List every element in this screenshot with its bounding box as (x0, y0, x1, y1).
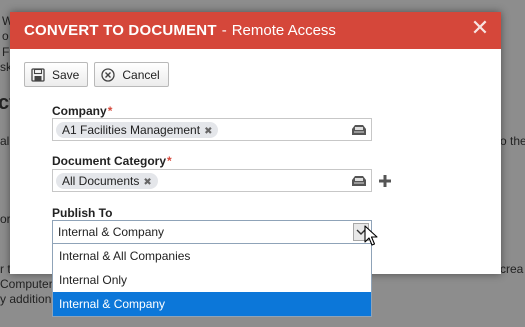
document-category-field[interactable]: All Documents ✖ (52, 169, 372, 192)
lookup-tray-icon[interactable] (348, 171, 370, 190)
background-text: crea (500, 262, 524, 276)
floppy-disk-icon (31, 67, 45, 82)
mouse-cursor-icon (364, 225, 378, 246)
save-label: Save (52, 67, 80, 82)
remove-tag-icon[interactable]: ✖ (143, 177, 151, 188)
option-internal-only[interactable]: Internal Only (53, 268, 371, 292)
document-category-tag: All Documents ✖ (56, 173, 158, 189)
publish-to-value: Internal & Company (58, 225, 165, 239)
background-text: F (2, 45, 10, 59)
company-tag-label: A1 Facilities Management (62, 123, 201, 137)
dialog-titlebar: CONVERT TO DOCUMENT - Remote Access ✕ (10, 12, 501, 49)
publish-to-select[interactable]: Internal & Company (52, 220, 372, 244)
option-internal-company[interactable]: Internal & Company (53, 292, 371, 316)
close-icon[interactable]: ✕ (470, 18, 490, 40)
document-category-label-text: Document Category (52, 154, 167, 168)
required-mark: * (107, 104, 113, 118)
document-category-label: Document Category* (52, 154, 172, 168)
background-text: Computer (0, 277, 53, 291)
required-mark: * (167, 154, 172, 168)
background-text: o (2, 29, 9, 43)
lookup-tray-icon[interactable] (348, 120, 370, 139)
cancel-circle-icon (101, 67, 116, 82)
background-text: y addition (0, 292, 52, 306)
dialog-title: CONVERT TO DOCUMENT (24, 22, 217, 39)
company-field[interactable]: A1 Facilities Management ✖ (52, 118, 372, 141)
company-label-text: Company (52, 104, 107, 118)
save-button[interactable]: Save (24, 62, 89, 87)
cancel-button[interactable]: Cancel (94, 62, 169, 87)
add-category-icon[interactable] (375, 171, 395, 191)
remove-tag-icon[interactable]: ✖ (204, 126, 212, 137)
title-separator: - (221, 22, 227, 39)
dialog-toolbar: Save Cancel (24, 62, 169, 87)
convert-dialog: CONVERT TO DOCUMENT - Remote Access ✕ Sa… (10, 12, 501, 274)
company-label: Company* (52, 104, 112, 118)
background-text: al (0, 134, 10, 148)
document-category-tag-label: All Documents (62, 174, 140, 188)
publish-to-label: Publish To (52, 206, 113, 220)
company-tag: A1 Facilities Management ✖ (56, 122, 219, 138)
background-text: o the (500, 134, 525, 148)
publish-to-dropdown: Internal & All Companies Internal Only I… (52, 243, 372, 317)
option-internal-all-companies[interactable]: Internal & All Companies (53, 244, 371, 268)
dialog-subtitle: Remote Access (231, 22, 336, 39)
cancel-label: Cancel (122, 67, 160, 82)
